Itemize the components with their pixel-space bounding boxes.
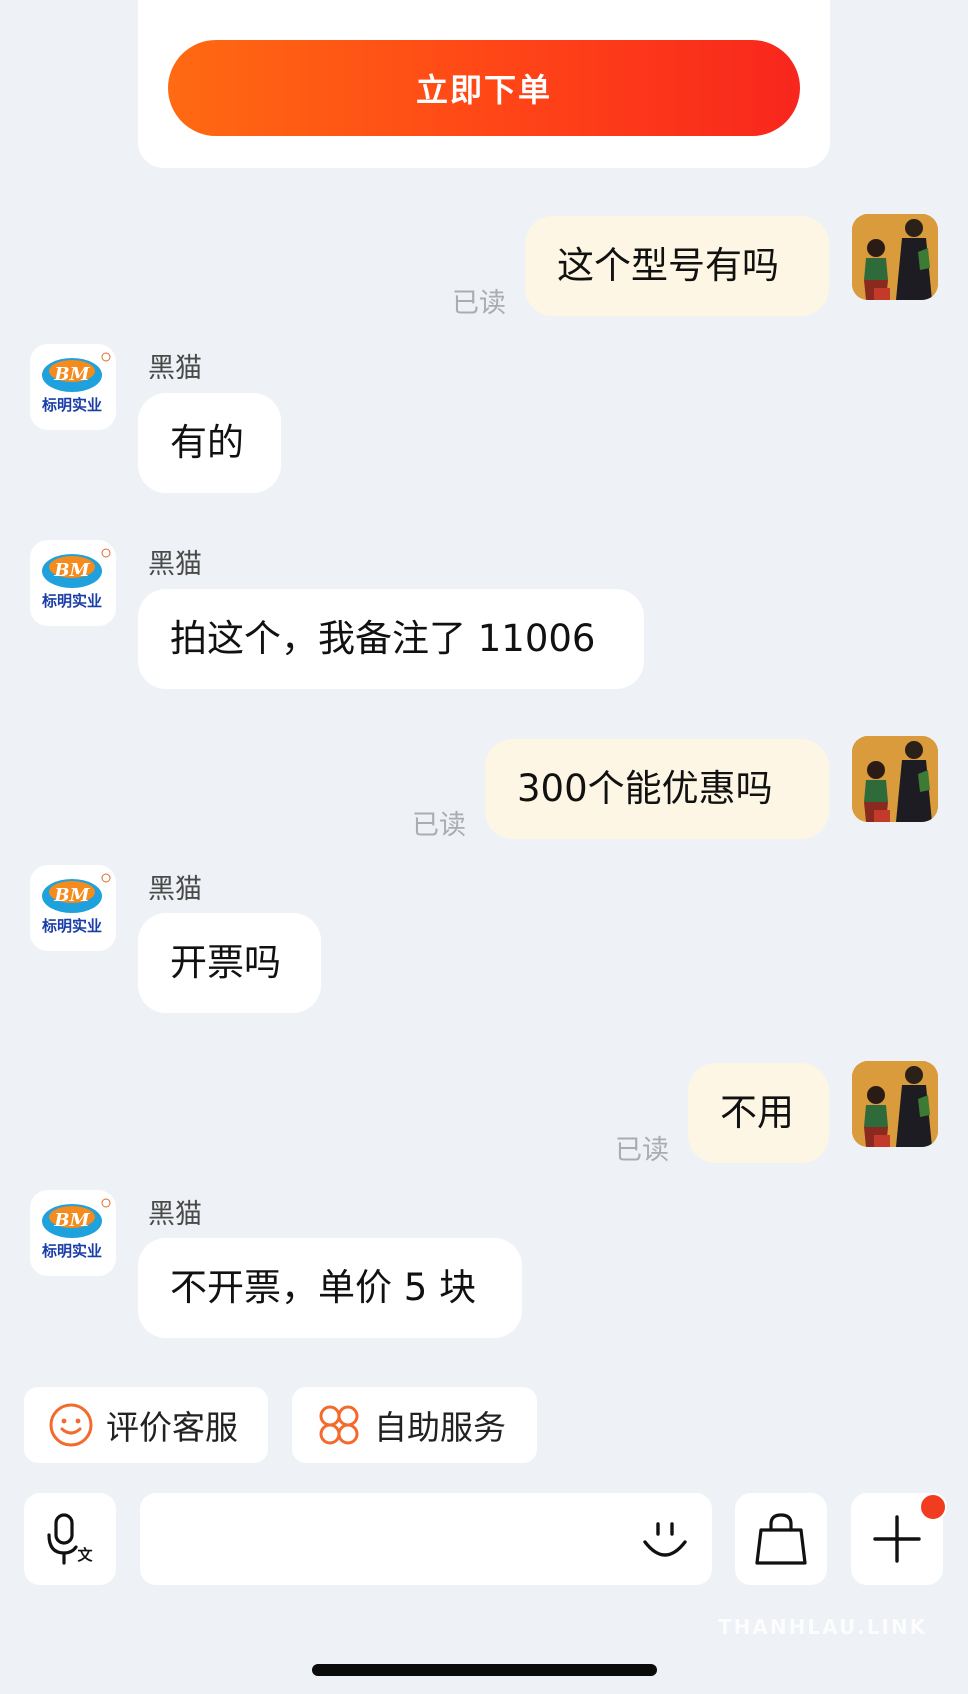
user-avatar-image [852, 736, 938, 822]
voice-input-button[interactable]: 文 [24, 1493, 116, 1585]
sender-name: 黑猫 [148, 549, 202, 580]
shop-logo-mark: BM [53, 1210, 90, 1231]
self-service-button[interactable]: 自助服务 [292, 1387, 537, 1463]
message-bubble[interactable]: 300个能优惠吗 [485, 739, 829, 839]
message-bubble[interactable]: 开票吗 [138, 913, 321, 1013]
shop-logo-text: 标明实业 [41, 1242, 102, 1260]
shop-avatar[interactable]: BM 标明实业 [30, 865, 116, 951]
message-bubble[interactable]: 这个型号有吗 [525, 216, 829, 316]
notification-dot [919, 1493, 947, 1521]
voice-input-icon: 文 [47, 1513, 93, 1565]
shop-logo-icon: BM 标明实业 [30, 344, 116, 430]
plus-icon [873, 1515, 921, 1563]
message-bubble[interactable]: 不开票，单价 5 块 [138, 1238, 522, 1338]
shop-logo-text: 标明实业 [41, 592, 102, 610]
emoji-icon[interactable] [636, 1510, 694, 1568]
shop-logo-mark: BM [53, 560, 90, 581]
rate-service-button[interactable]: 评价客服 [24, 1387, 268, 1463]
smiley-icon [49, 1403, 93, 1447]
message-input[interactable] [160, 1503, 624, 1577]
user-avatar[interactable] [852, 736, 938, 822]
read-status: 已读 [615, 1135, 669, 1166]
voice-translate-glyph: 文 [77, 1546, 93, 1564]
rate-service-label: 评价客服 [106, 1408, 238, 1447]
order-now-button[interactable]: 立即下单 [168, 40, 800, 136]
shop-logo-text: 标明实业 [41, 396, 102, 414]
user-avatar-image [852, 1061, 938, 1147]
home-indicator[interactable] [312, 1664, 657, 1676]
shop-logo-icon: BM 标明实业 [30, 1190, 116, 1276]
message-input-field[interactable] [140, 1493, 712, 1585]
shop-avatar[interactable]: BM 标明实业 [30, 540, 116, 626]
self-service-icon [319, 1405, 359, 1445]
user-avatar[interactable] [852, 214, 938, 300]
shop-avatar[interactable]: BM 标明实业 [30, 1190, 116, 1276]
sender-name: 黑猫 [148, 1199, 202, 1230]
message-bubble[interactable]: 拍这个，我备注了 11006 [138, 589, 644, 689]
message-bubble[interactable]: 有的 [138, 393, 281, 493]
sender-name: 黑猫 [148, 353, 202, 384]
user-avatar[interactable] [852, 1061, 938, 1147]
user-avatar-image [852, 214, 938, 300]
shop-logo-mark: BM [53, 364, 90, 385]
order-card: 立即下单 [138, 0, 830, 168]
message-bubble[interactable]: 不用 [688, 1063, 829, 1163]
shopping-bag-icon [755, 1513, 807, 1565]
self-service-label: 自助服务 [374, 1408, 506, 1447]
shop-logo-icon: BM 标明实业 [30, 540, 116, 626]
read-status: 已读 [452, 288, 506, 319]
sender-name: 黑猫 [148, 874, 202, 905]
shop-logo-text: 标明实业 [41, 917, 102, 935]
shop-logo-mark: BM [53, 885, 90, 906]
read-status: 已读 [412, 810, 466, 841]
shopping-bag-button[interactable] [735, 1493, 827, 1585]
shop-avatar[interactable]: BM 标明实业 [30, 344, 116, 430]
watermark-text: THANHLAU.LINK [718, 1615, 928, 1639]
shop-logo-icon: BM 标明实业 [30, 865, 116, 951]
